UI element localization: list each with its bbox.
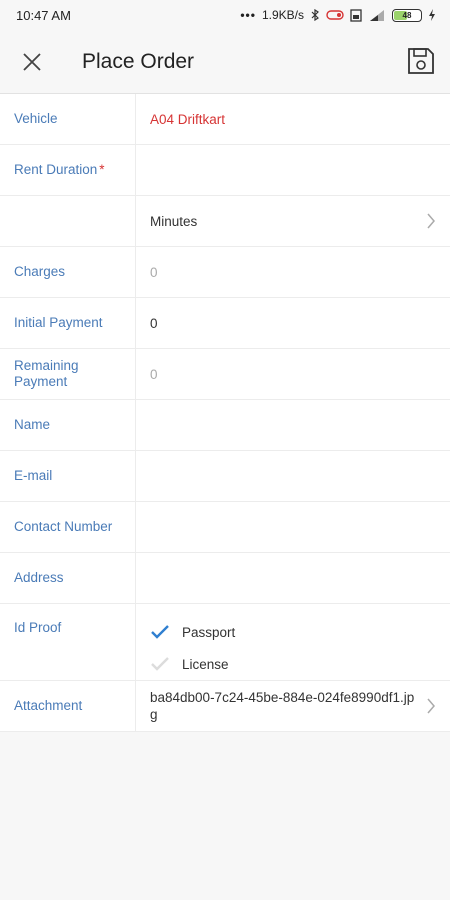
option-label: Passport	[182, 624, 236, 640]
id-proof-option-license[interactable]: License	[150, 648, 436, 680]
vehicle-value[interactable]: A04 Driftkart	[136, 94, 450, 144]
vehicle-label: Vehicle	[0, 94, 136, 144]
rent-duration-input[interactable]	[136, 145, 450, 195]
duration-unit-select[interactable]: Minutes	[136, 196, 450, 246]
charges-label: Charges	[0, 247, 136, 297]
id-proof-options: Passport License	[136, 604, 450, 680]
option-label: License	[182, 656, 229, 672]
duration-unit-value: Minutes	[150, 213, 198, 229]
name-row: Name	[0, 400, 450, 451]
id-proof-option-passport[interactable]: Passport	[150, 616, 436, 648]
charges-value: 0	[150, 264, 158, 280]
contact-number-label: Contact Number	[0, 502, 136, 552]
name-label: Name	[0, 400, 136, 450]
charging-icon	[429, 9, 435, 21]
save-icon	[408, 48, 434, 74]
app-header: Place Order	[0, 30, 450, 94]
id-proof-row: Id Proof Passport License	[0, 604, 450, 681]
bluetooth-icon	[311, 9, 319, 21]
contact-number-input[interactable]	[136, 502, 450, 552]
address-row: Address	[0, 553, 450, 604]
attachment-row[interactable]: Attachment ba84db00-7c24-45be-884e-024fe…	[0, 681, 450, 732]
save-button[interactable]	[406, 46, 436, 76]
dots-icon: •••	[240, 8, 256, 22]
id-proof-label: Id Proof	[0, 604, 136, 680]
battery-icon: 48	[392, 8, 422, 22]
email-row: E-mail	[0, 451, 450, 502]
status-bar: 10:47 AM ••• 1.9KB/s 48	[0, 0, 450, 30]
email-input[interactable]	[136, 451, 450, 501]
duration-unit-row[interactable]: Minutes	[0, 196, 450, 247]
attachment-filename: ba84db00-7c24-45be-884e-024fe8990df1.jpg	[150, 690, 415, 722]
status-time: 10:47 AM	[16, 7, 71, 23]
remaining-payment-value: 0	[150, 366, 158, 382]
close-icon	[23, 52, 41, 71]
initial-payment-label: Initial Payment	[0, 298, 136, 348]
charges-row: Charges 0	[0, 247, 450, 298]
remaining-payment-label: Remaining Payment	[0, 349, 136, 399]
alarm-icon	[326, 10, 344, 20]
attachment-label: Attachment	[0, 681, 136, 731]
name-input[interactable]	[136, 400, 450, 450]
check-icon	[151, 657, 169, 671]
check-icon	[151, 625, 169, 639]
page-title: Place Order	[82, 49, 195, 73]
remaining-payment-row: Remaining Payment 0	[0, 349, 450, 400]
status-icons: ••• 1.9KB/s 48	[240, 8, 436, 22]
rent-duration-label: Rent Duration *	[0, 145, 136, 195]
vehicle-row: Vehicle A04 Driftkart	[0, 94, 450, 145]
initial-payment-input[interactable]: 0	[136, 298, 450, 348]
required-mark: *	[99, 162, 105, 177]
initial-payment-row: Initial Payment 0	[0, 298, 450, 349]
sim-icon	[350, 8, 362, 22]
signal-icon	[370, 9, 384, 21]
network-speed: 1.9KB/s	[261, 8, 304, 22]
chevron-right-icon	[427, 698, 435, 714]
duration-unit-label-empty	[0, 196, 136, 246]
order-form: Vehicle A04 Driftkart Rent Duration * Min…	[0, 94, 450, 732]
chevron-right-icon	[427, 213, 435, 229]
contact-number-row: Contact Number	[0, 502, 450, 553]
email-label: E-mail	[0, 451, 136, 501]
close-button[interactable]	[0, 30, 64, 94]
address-label: Address	[0, 553, 136, 603]
address-input[interactable]	[136, 553, 450, 603]
rent-duration-row: Rent Duration *	[0, 145, 450, 196]
attachment-value[interactable]: ba84db00-7c24-45be-884e-024fe8990df1.jpg	[136, 681, 450, 731]
